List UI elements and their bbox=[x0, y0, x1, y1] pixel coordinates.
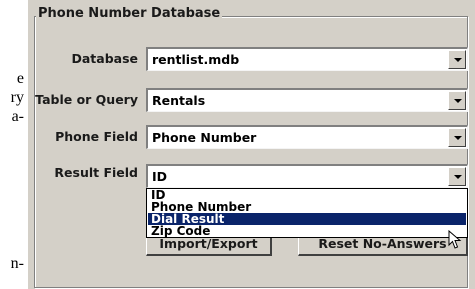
background-text-line: ry bbox=[10, 89, 24, 106]
dropdown-arrow-icon[interactable] bbox=[448, 167, 466, 186]
background-text-line: a- bbox=[11, 108, 24, 125]
background-text-line: e bbox=[16, 70, 24, 87]
table-or-query-combobox[interactable]: Rentals bbox=[146, 88, 468, 112]
background-text-line: n- bbox=[10, 255, 24, 272]
database-label: Database bbox=[71, 51, 138, 66]
database-combobox[interactable]: rentlist.mdb bbox=[146, 47, 468, 71]
result-field-value: ID bbox=[152, 169, 168, 184]
background-document-fragment: e ry a- n- bbox=[0, 0, 28, 289]
table-or-query-value: Rentals bbox=[152, 93, 206, 108]
database-value: rentlist.mdb bbox=[152, 52, 240, 67]
phone-database-dialog: Phone Number Database Database rentlist.… bbox=[28, 0, 475, 289]
dropdown-arrow-icon[interactable] bbox=[448, 128, 466, 147]
phone-field-label: Phone Field bbox=[55, 129, 138, 144]
phone-field-combobox[interactable]: Phone Number bbox=[146, 125, 468, 149]
result-field-label: Result Field bbox=[54, 165, 138, 180]
mouse-pointer-icon bbox=[448, 230, 462, 249]
dropdown-option-zip-code[interactable]: Zip Code bbox=[148, 225, 466, 237]
result-field-dropdown-list[interactable]: ID Phone Number Dial Result Zip Code bbox=[146, 188, 468, 238]
phone-field-value: Phone Number bbox=[152, 130, 257, 145]
dropdown-arrow-icon[interactable] bbox=[448, 91, 466, 110]
dropdown-arrow-icon[interactable] bbox=[448, 50, 466, 69]
table-or-query-label: Table or Query bbox=[35, 92, 138, 107]
group-title: Phone Number Database bbox=[36, 6, 223, 21]
result-field-combobox[interactable]: ID bbox=[146, 164, 468, 188]
